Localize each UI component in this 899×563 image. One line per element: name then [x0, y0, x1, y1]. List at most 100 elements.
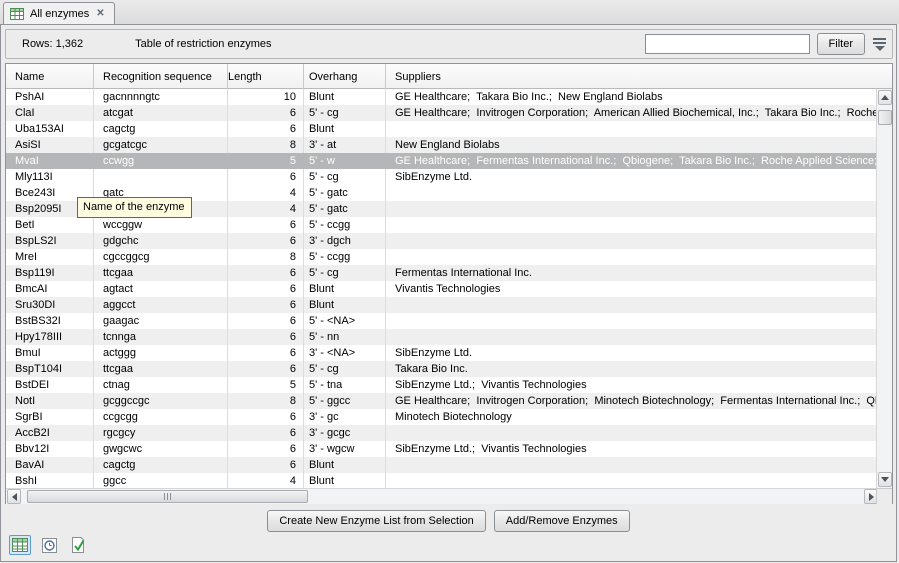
- element-info-view-icon[interactable]: [67, 535, 89, 555]
- filter-button[interactable]: Filter: [817, 33, 865, 55]
- table-row[interactable]: BavAIcagctg6Blunt: [6, 457, 876, 473]
- cell-length: 6: [228, 217, 304, 233]
- table-row[interactable]: AsiSIgcgatcgc83' - atNew England Biolabs: [6, 137, 876, 153]
- column-header-suppliers[interactable]: Suppliers: [386, 64, 892, 89]
- cell-name: Bbv12I: [6, 441, 94, 457]
- cell-overhang: Blunt: [304, 121, 386, 137]
- cell-sequence: actggg: [94, 345, 228, 361]
- cell-name: Hpy178III: [6, 329, 94, 345]
- tab-all-enzymes[interactable]: All enzymes ✕: [3, 2, 115, 24]
- table-row[interactable]: Mly113I65' - cgSibEnzyme Ltd.: [6, 169, 876, 185]
- cell-name: PshAI: [6, 89, 94, 105]
- cell-name: BstDEI: [6, 377, 94, 393]
- table-row[interactable]: BspT104Ittcgaa65' - cgTakara Bio Inc.: [6, 361, 876, 377]
- table-row[interactable]: BshIggcc4Blunt: [6, 473, 876, 488]
- cell-length: 6: [228, 409, 304, 425]
- vertical-scrollbar[interactable]: [876, 89, 892, 488]
- table-row[interactable]: Uba153AIcagctg6Blunt: [6, 121, 876, 137]
- cell-sequence: ggcc: [94, 473, 228, 488]
- table-row[interactable]: PshAIgacnnnngtc10BluntGE Healthcare; Tak…: [6, 89, 876, 105]
- history-view-icon[interactable]: [38, 535, 60, 555]
- cell-suppliers: SibEnzyme Ltd.; Vivantis Technologies: [386, 441, 876, 457]
- column-header-length[interactable]: Length: [228, 64, 304, 89]
- scroll-left-button[interactable]: [7, 489, 21, 504]
- cell-length: 5: [228, 377, 304, 393]
- horizontal-scrollbar[interactable]: [6, 488, 879, 504]
- table-row[interactable]: BetIwccggw65' - ccgg: [6, 217, 876, 233]
- table-row[interactable]: Hpy178IIItcnnga65' - nn: [6, 329, 876, 345]
- column-header-name[interactable]: Name: [6, 64, 94, 89]
- cell-sequence: ccwgg: [94, 153, 228, 169]
- cell-sequence: [94, 169, 228, 185]
- cell-suppliers: [386, 297, 876, 313]
- cell-suppliers: Takara Bio Inc.: [386, 361, 876, 377]
- cell-name: MvaI: [6, 153, 94, 169]
- cell-name: BavAI: [6, 457, 94, 473]
- cell-length: 10: [228, 89, 304, 105]
- horizontal-scroll-thumb[interactable]: [27, 490, 308, 503]
- cell-length: 4: [228, 473, 304, 488]
- cell-overhang: Blunt: [304, 89, 386, 105]
- cell-length: 6: [228, 169, 304, 185]
- cell-suppliers: Fermentas International Inc.: [386, 265, 876, 281]
- cell-sequence: atcgat: [94, 105, 228, 121]
- cell-name: Uba153AI: [6, 121, 94, 137]
- column-header-overhang[interactable]: Overhang: [304, 64, 386, 89]
- cell-overhang: Blunt: [304, 457, 386, 473]
- cell-suppliers: [386, 473, 876, 488]
- cell-sequence: tcnnga: [94, 329, 228, 345]
- tab-close-icon[interactable]: ✕: [95, 8, 105, 19]
- enzymes-table: NameRecognition sequenceLengthOverhangSu…: [5, 63, 893, 504]
- cell-overhang: 5' - gatc: [304, 201, 386, 217]
- cell-overhang: 5' - <NA>: [304, 313, 386, 329]
- vertical-scroll-thumb[interactable]: [878, 110, 892, 125]
- create-enzyme-list-button[interactable]: Create New Enzyme List from Selection: [267, 510, 485, 532]
- table-row[interactable]: BstDEIctnag55' - tnaSibEnzyme Ltd.; Viva…: [6, 377, 876, 393]
- scroll-up-button[interactable]: [878, 90, 892, 105]
- view-mode-bar: [9, 535, 89, 555]
- cell-overhang: 5' - ccgg: [304, 249, 386, 265]
- cell-suppliers: [386, 457, 876, 473]
- cell-length: 5: [228, 153, 304, 169]
- cell-length: 6: [228, 441, 304, 457]
- table-row[interactable]: SgrBIccgcgg63' - gcMinotech Biotechnolog…: [6, 409, 876, 425]
- table-row[interactable]: Sru30DIaggcct6Blunt: [6, 297, 876, 313]
- cell-name: AccB2I: [6, 425, 94, 441]
- filter-input[interactable]: [645, 34, 810, 54]
- cell-overhang: 5' - cg: [304, 169, 386, 185]
- cell-overhang: 5' - cg: [304, 361, 386, 377]
- cell-length: 8: [228, 137, 304, 153]
- table-row[interactable]: BmuIactggg63' - <NA>SibEnzyme Ltd.: [6, 345, 876, 361]
- cell-name: SgrBI: [6, 409, 94, 425]
- table-row[interactable]: ClaIatcgat65' - cgGE Healthcare; Invitro…: [6, 105, 876, 121]
- table-row[interactable]: MreIcgccggcg85' - ccgg: [6, 249, 876, 265]
- cell-length: 6: [228, 313, 304, 329]
- table-row[interactable]: BmcAIagtact6BluntVivantis Technologies: [6, 281, 876, 297]
- table-row[interactable]: Bbv12Igwgcwc63' - wgcwSibEnzyme Ltd.; Vi…: [6, 441, 876, 457]
- table-row[interactable]: Bsp119Ittcgaa65' - cgFermentas Internati…: [6, 265, 876, 281]
- cell-name: ClaI: [6, 105, 94, 121]
- cell-suppliers: [386, 425, 876, 441]
- cell-length: 6: [228, 105, 304, 121]
- add-remove-enzymes-button[interactable]: Add/Remove Enzymes: [494, 510, 630, 532]
- cell-length: 6: [228, 329, 304, 345]
- cell-overhang: 3' - wgcw: [304, 441, 386, 457]
- table-row[interactable]: BspLS2Igdgchc63' - dgch: [6, 233, 876, 249]
- column-header-recognition-sequence[interactable]: Recognition sequence: [94, 64, 228, 89]
- cell-sequence: gacnnnngtc: [94, 89, 228, 105]
- table-row[interactable]: NotIgcggccgc85' - ggccGE Healthcare; Inv…: [6, 393, 876, 409]
- table-view-icon[interactable]: [9, 535, 31, 555]
- cell-length: 6: [228, 297, 304, 313]
- cell-sequence: rgcgcy: [94, 425, 228, 441]
- cell-overhang: 5' - ccgg: [304, 217, 386, 233]
- cell-length: 6: [228, 361, 304, 377]
- cell-sequence: ttcgaa: [94, 361, 228, 377]
- cell-suppliers: [386, 313, 876, 329]
- table-row[interactable]: AccB2Irgcgcy63' - gcgc: [6, 425, 876, 441]
- scroll-down-button[interactable]: [878, 472, 892, 487]
- cell-suppliers: [386, 217, 876, 233]
- filter-options-icon[interactable]: [872, 37, 887, 51]
- cell-overhang: 3' - <NA>: [304, 345, 386, 361]
- table-row[interactable]: MvaIccwgg55' - wGE Healthcare; Fermentas…: [6, 153, 876, 169]
- table-row[interactable]: BstBS32Igaagac65' - <NA>: [6, 313, 876, 329]
